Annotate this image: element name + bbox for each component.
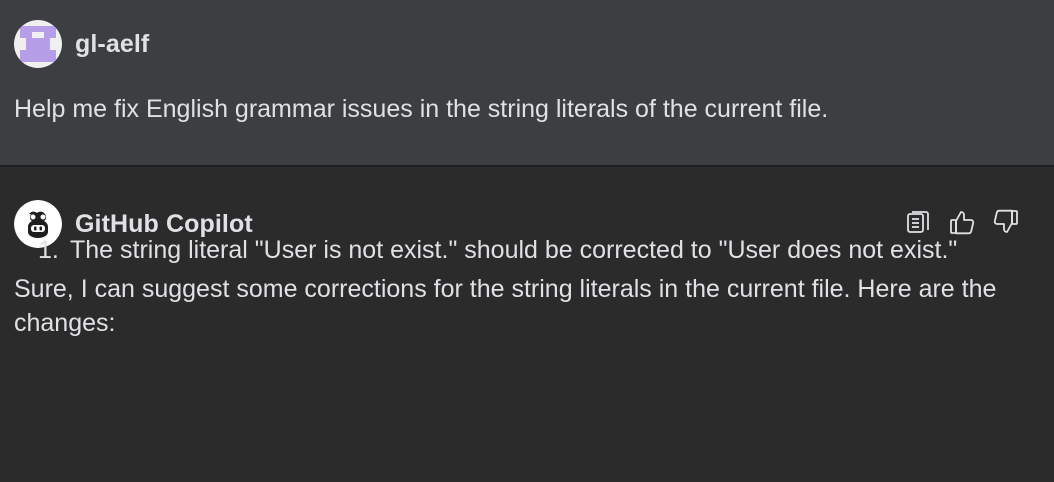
assistant-message: GitHub Copilot Sure, I can suggest some …	[0, 167, 1054, 482]
list-item-text: The string literal "User is not exist." …	[70, 236, 958, 264]
suggestion-list: 1. The string literal "User is not exist…	[38, 233, 998, 267]
identicon-avatar-icon	[14, 20, 62, 68]
assistant-intro-text: Sure, I can suggest some corrections for…	[14, 275, 997, 337]
user-author-name: gl-aelf	[75, 29, 150, 58]
list-item-number: 1.	[38, 236, 59, 264]
user-message: gl-aelf Help me fix English grammar issu…	[0, 0, 1054, 165]
user-message-text: Help me fix English grammar issues in th…	[14, 95, 829, 123]
list-item: 1. The string literal "User is not exist…	[38, 233, 998, 267]
thumbs-down-icon	[993, 209, 1018, 233]
user-author-row: gl-aelf	[14, 20, 149, 68]
user-avatar	[14, 20, 62, 68]
copy-code-icon	[907, 211, 929, 233]
thumbs-up-icon	[950, 211, 975, 235]
